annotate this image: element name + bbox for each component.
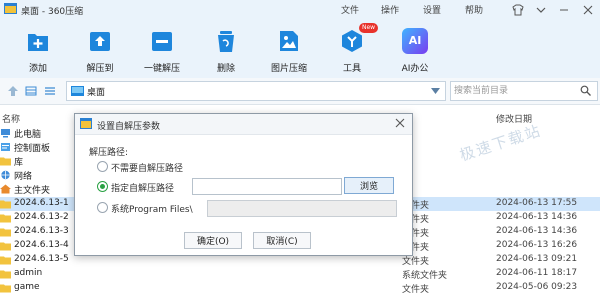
ai-office-icon: AI bbox=[402, 28, 428, 54]
new-badge: New bbox=[359, 23, 379, 33]
minimize-icon[interactable] bbox=[556, 2, 572, 18]
file-row[interactable]: game 文件夹 2024-05-06 09:23 bbox=[0, 281, 600, 295]
file-name: 主文件夹 bbox=[14, 186, 51, 196]
dialog-title: 设置自解压参数 bbox=[97, 122, 161, 132]
file-name: 控制面板 bbox=[14, 144, 51, 154]
file-name: game bbox=[14, 282, 40, 292]
chevron-down-icon[interactable] bbox=[431, 87, 440, 95]
file-name: 2024.6.13-1 bbox=[14, 198, 69, 208]
folder-icon bbox=[0, 242, 11, 251]
ai-office-label: AI办公 bbox=[401, 64, 429, 74]
up-arrow-icon[interactable] bbox=[6, 84, 20, 98]
file-date: 2024-06-13 14:36 bbox=[496, 226, 578, 236]
detail-view-icon[interactable] bbox=[43, 84, 57, 98]
file-name: 此电脑 bbox=[14, 130, 42, 140]
close-icon[interactable] bbox=[580, 2, 596, 18]
self-extract-settings-dialog: 设置自解压参数 解压路径: 不需要自解压路径 指定自解压路径 浏览 系统Prog… bbox=[74, 113, 413, 256]
add-icon bbox=[28, 34, 48, 51]
search-icon[interactable] bbox=[580, 85, 591, 96]
browse-button[interactable]: 浏览 bbox=[344, 177, 394, 194]
delete-label: 删除 bbox=[216, 64, 235, 74]
dropdown-menu-icon[interactable] bbox=[533, 2, 549, 18]
file-date: 2024-06-13 17:55 bbox=[496, 198, 578, 208]
control-panel-icon bbox=[1, 143, 10, 151]
file-date: 2024-06-13 16:26 bbox=[496, 240, 578, 250]
dialog-close-icon[interactable] bbox=[394, 117, 406, 129]
desktop-icon bbox=[71, 86, 84, 96]
tools-button[interactable]: New 工具 bbox=[326, 23, 379, 74]
option-program-files-label: 系统Program Files\ bbox=[111, 205, 193, 215]
window-title: 桌面 - 360压缩 bbox=[21, 7, 84, 17]
search-input[interactable] bbox=[454, 84, 574, 97]
ai-office-button[interactable]: AI AI办公 bbox=[389, 28, 441, 74]
add-label: 添加 bbox=[28, 64, 47, 74]
option-no-path-label: 不需要自解压路径 bbox=[111, 164, 184, 174]
delete-button[interactable]: 删除 bbox=[200, 28, 252, 74]
image-compress-button[interactable]: 图片压缩 bbox=[263, 28, 315, 74]
file-name: 网络 bbox=[14, 172, 33, 182]
dialog-app-icon bbox=[80, 118, 92, 129]
extract-to-button[interactable]: 解压到 bbox=[74, 28, 126, 74]
address-path: 桌面 bbox=[87, 88, 106, 98]
address-bar[interactable]: 桌面 bbox=[66, 81, 446, 101]
image-compress-icon bbox=[280, 31, 298, 51]
column-header-name[interactable]: 名称 bbox=[2, 112, 20, 125]
file-date: 2024-05-06 09:23 bbox=[496, 282, 578, 292]
file-name: 2024.6.13-3 bbox=[14, 226, 69, 236]
radio-custom-path[interactable] bbox=[97, 181, 108, 192]
custom-path-input[interactable] bbox=[192, 178, 342, 195]
extract-to-icon bbox=[90, 32, 110, 51]
folder-icon bbox=[0, 270, 11, 279]
menu-settings[interactable]: 设置 bbox=[423, 3, 441, 16]
file-date: 2024-06-13 14:36 bbox=[496, 212, 578, 222]
extract-to-label: 解压到 bbox=[86, 64, 114, 74]
cancel-button[interactable]: 取消(C) bbox=[253, 232, 311, 249]
file-type: 文件夹 bbox=[402, 285, 430, 295]
folder-icon bbox=[0, 214, 11, 223]
file-name: 2024.6.13-2 bbox=[14, 212, 69, 222]
image-compress-label: 图片压缩 bbox=[270, 64, 307, 74]
file-name: 库 bbox=[14, 158, 24, 168]
file-row[interactable]: admin 系统文件夹 2024-06-11 18:17 bbox=[0, 267, 600, 281]
file-name: 2024.6.13-4 bbox=[14, 240, 69, 250]
file-name: admin bbox=[14, 268, 43, 278]
add-button[interactable]: 添加 bbox=[12, 28, 64, 74]
folder-icon bbox=[0, 228, 11, 237]
toolbar: 添加 解压到 一键解压 删除 图片压缩 New 工具 AI AI办公 bbox=[0, 20, 600, 78]
title-bar: 桌面 - 360压缩 文件 操作 设置 帮助 bbox=[0, 0, 600, 20]
path-label: 解压路径: bbox=[89, 148, 129, 158]
file-date: 2024-06-11 18:17 bbox=[496, 268, 578, 278]
tools-label: 工具 bbox=[342, 64, 361, 74]
ai-icon-text: AI bbox=[408, 34, 422, 47]
radio-program-files[interactable] bbox=[97, 202, 108, 213]
pc-icon bbox=[1, 129, 10, 138]
program-files-subfolder-input bbox=[207, 200, 397, 217]
delete-icon bbox=[218, 31, 234, 52]
file-name: 2024.6.13-5 bbox=[14, 254, 69, 264]
list-view-icon[interactable] bbox=[24, 84, 38, 98]
dialog-title-bar: 设置自解压参数 bbox=[75, 114, 412, 135]
home-icon bbox=[0, 184, 11, 194]
folder-icon bbox=[0, 284, 11, 293]
one-click-extract-button[interactable]: 一键解压 bbox=[136, 28, 188, 74]
file-type: 系统文件夹 bbox=[402, 271, 448, 281]
radio-no-path[interactable] bbox=[97, 161, 108, 172]
network-icon bbox=[1, 170, 10, 180]
app-logo bbox=[4, 3, 17, 14]
navigation-bar: 桌面 bbox=[0, 78, 600, 105]
folder-icon bbox=[0, 157, 11, 166]
menu-help[interactable]: 帮助 bbox=[465, 3, 483, 16]
menu-operate[interactable]: 操作 bbox=[381, 3, 399, 16]
folder-icon bbox=[0, 200, 11, 209]
file-date: 2024-06-13 09:21 bbox=[496, 254, 578, 264]
folder-icon bbox=[0, 256, 11, 265]
search-box bbox=[450, 81, 598, 101]
one-click-extract-icon bbox=[152, 32, 172, 51]
option-custom-path-label: 指定自解压路径 bbox=[111, 184, 175, 194]
ok-button[interactable]: 确定(O) bbox=[184, 232, 242, 249]
menu-file[interactable]: 文件 bbox=[341, 3, 359, 16]
skin-icon[interactable] bbox=[510, 2, 526, 18]
one-click-extract-label: 一键解压 bbox=[143, 64, 180, 74]
